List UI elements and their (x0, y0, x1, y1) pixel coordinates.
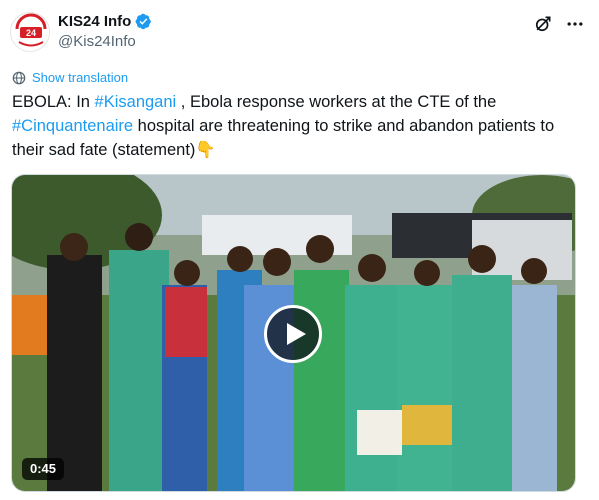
more-icon[interactable] (565, 14, 585, 34)
hashtag-cinquantenaire[interactable]: #Cinquantenaire (12, 117, 133, 135)
verified-badge-icon (135, 13, 152, 30)
author-handle[interactable]: @Kis24Info (58, 33, 136, 50)
show-translation-label: Show translation (32, 70, 129, 85)
play-button[interactable] (264, 305, 322, 363)
tweet-text-mid1: , Ebola response workers at the CTE of t… (176, 93, 497, 111)
author-display-name[interactable]: KIS24 Info (58, 13, 131, 30)
video-duration: 0:45 (22, 458, 65, 480)
author-name-row: KIS24 Info (58, 13, 152, 30)
pointing-down-emoji: 👇 (195, 141, 216, 159)
globe-icon (12, 71, 26, 84)
play-icon (287, 323, 306, 345)
kis24-logo-icon: 24 (12, 13, 49, 51)
tweet-text-prefix: EBOLA: In (12, 93, 95, 111)
grok-icon[interactable] (533, 14, 553, 34)
video-player[interactable]: 0:45 (11, 174, 576, 492)
tweet-header: 24 KIS24 Info @Kis24Info (10, 10, 589, 54)
show-translation-button[interactable]: Show translation (12, 70, 128, 85)
tweet-text: EBOLA: In #Kisangani , Ebola response wo… (12, 90, 587, 162)
avatar[interactable]: 24 (10, 12, 50, 52)
logo-letters: 24 (26, 28, 36, 38)
hashtag-kisangani[interactable]: #Kisangani (95, 93, 177, 111)
